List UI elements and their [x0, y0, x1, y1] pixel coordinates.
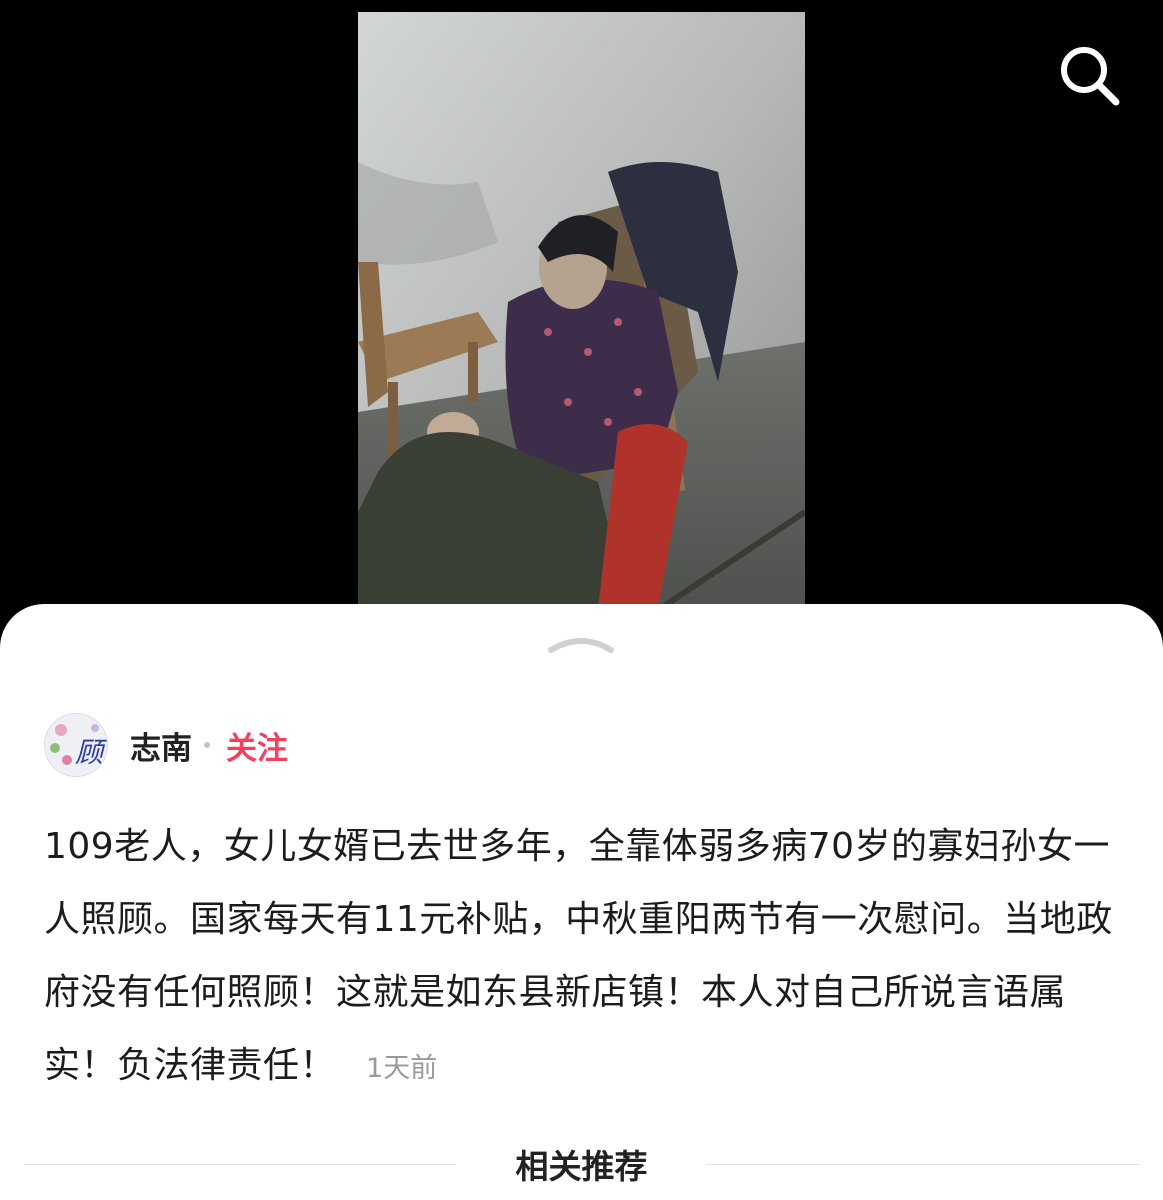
search-icon	[1061, 47, 1120, 106]
media-viewer	[0, 0, 1163, 640]
post-time: 1天前	[366, 1053, 438, 1084]
post-content: 109老人，女儿女婿已去世多年，全靠体弱多病70岁的寡妇孙女一人照顾。国家每天有…	[44, 810, 1124, 1105]
author-name[interactable]: 志南	[130, 723, 192, 768]
author-row: 顾 志南 关注	[44, 712, 288, 778]
chevron-up-icon	[548, 638, 614, 653]
avatar[interactable]: 顾	[44, 713, 108, 777]
avatar-image: 顾	[45, 714, 107, 776]
photo-illustration	[358, 12, 805, 610]
post-detail-sheet: 顾 志南 关注 109老人，女儿女婿已去世多年，全靠体弱多病70岁的寡妇孙女一人…	[0, 604, 1163, 1200]
related-section-header: 相关推荐	[0, 1134, 1163, 1194]
sheet-handle[interactable]	[547, 630, 615, 654]
search-button[interactable]	[1054, 40, 1124, 110]
follow-button[interactable]: 关注	[226, 723, 288, 768]
separator-dot	[204, 742, 210, 748]
divider-right	[706, 1164, 1140, 1165]
post-text: 109老人，女儿女婿已去世多年，全靠体弱多病70岁的寡妇孙女一人照顾。国家每天有…	[44, 826, 1113, 1086]
post-photo[interactable]	[358, 12, 805, 610]
